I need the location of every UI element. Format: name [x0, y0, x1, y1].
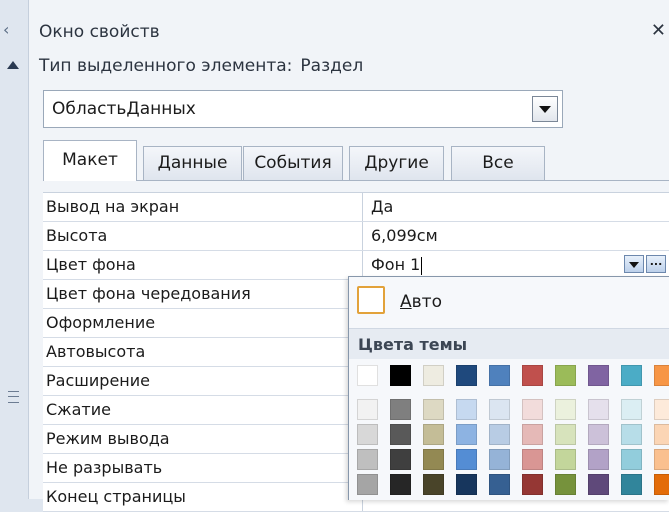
tint-color-swatch[interactable]	[588, 399, 609, 420]
tint-color-swatch[interactable]	[357, 399, 378, 420]
color-palette-popup: Авто Цвета темы	[348, 276, 669, 500]
tint-color-swatch[interactable]	[423, 449, 444, 470]
ellipsis-icon[interactable]: ...	[646, 255, 666, 273]
property-name: Расширение	[43, 367, 363, 395]
tint-color-swatch[interactable]	[456, 399, 477, 420]
object-selector[interactable]: ОбластьДанных	[43, 90, 563, 128]
property-value[interactable]: 6,099см	[371, 222, 438, 249]
tint-color-swatch[interactable]	[390, 399, 411, 420]
property-row[interactable]: Высота 6,099см	[43, 222, 669, 251]
theme-colors-heading-text: Цвета темы	[358, 335, 468, 354]
theme-colors-heading: Цвета темы	[349, 328, 669, 359]
property-name: Автовысота	[43, 338, 363, 366]
property-name: Вывод на экран	[43, 193, 363, 221]
theme-color-swatch[interactable]	[555, 365, 576, 386]
selection-type-label: Тип выделенного элемента:	[39, 56, 293, 76]
selection-type: Тип выделенного элемента: Раздел	[39, 56, 363, 76]
tint-color-swatch[interactable]	[357, 449, 378, 470]
close-icon[interactable]: ‹	[3, 20, 9, 39]
tint-color-swatch[interactable]	[555, 474, 576, 495]
tint-color-swatch[interactable]	[522, 399, 543, 420]
tint-color-swatch[interactable]	[489, 474, 510, 495]
tint-color-swatch[interactable]	[555, 399, 576, 420]
theme-color-swatch[interactable]	[357, 365, 378, 386]
object-selector-value: ОбластьДанных	[52, 99, 196, 119]
property-name: Сжатие	[43, 396, 363, 424]
theme-color-swatch[interactable]	[390, 365, 411, 386]
tint-color-swatch[interactable]	[654, 424, 669, 445]
tint-color-swatch[interactable]	[423, 424, 444, 445]
tint-color-swatch[interactable]	[621, 424, 642, 445]
tab-other[interactable]: Другие	[349, 146, 444, 180]
tint-color-swatch[interactable]	[357, 424, 378, 445]
theme-color-swatch[interactable]	[522, 365, 543, 386]
tint-color-swatch[interactable]	[423, 474, 444, 495]
scroll-up-arrow-icon[interactable]	[7, 61, 19, 69]
property-value[interactable]: Да	[371, 193, 393, 220]
tint-color-swatch[interactable]	[456, 474, 477, 495]
theme-color-swatch[interactable]	[423, 365, 444, 386]
close-pane-icon[interactable]: ✕	[651, 20, 666, 41]
tint-color-swatch[interactable]	[654, 399, 669, 420]
tab-data[interactable]: Данные	[143, 146, 242, 180]
tint-color-swatch[interactable]	[588, 474, 609, 495]
auto-label-rest: вто	[411, 292, 442, 312]
tint-color-swatch[interactable]	[456, 449, 477, 470]
theme-color-swatch[interactable]	[456, 365, 477, 386]
tint-color-swatch[interactable]	[654, 474, 669, 495]
theme-color-swatch[interactable]	[654, 365, 669, 386]
property-name: Не разрывать	[43, 454, 363, 482]
tint-color-swatch[interactable]	[654, 449, 669, 470]
background-color-value: Фон 1	[371, 255, 421, 274]
tint-color-swatch[interactable]	[456, 424, 477, 445]
theme-color-swatch[interactable]	[489, 365, 510, 386]
pane-title: Окно свойств	[39, 22, 160, 42]
tint-color-swatch[interactable]	[489, 449, 510, 470]
tint-color-swatch[interactable]	[621, 474, 642, 495]
property-name: Конец страницы	[43, 483, 363, 511]
auto-color-label: Авто	[400, 292, 442, 312]
scrollbar-grip-icon[interactable]	[8, 391, 19, 403]
property-name: Цвет фона	[43, 251, 363, 279]
tint-color-swatch[interactable]	[390, 449, 411, 470]
tint-color-swatch[interactable]	[522, 474, 543, 495]
property-row[interactable]: Вывод на экран Да	[43, 193, 669, 222]
property-name: Цвет фона чередования	[43, 280, 363, 308]
theme-color-swatch[interactable]	[588, 365, 609, 386]
background-color-input[interactable]: Фон 1	[371, 251, 423, 278]
auto-label-accelerator: А	[400, 292, 412, 312]
tint-color-swatch[interactable]	[588, 449, 609, 470]
auto-color-swatch[interactable]	[357, 286, 385, 314]
selection-type-value: Раздел	[300, 56, 364, 76]
tint-color-swatch[interactable]	[390, 474, 411, 495]
tab-events[interactable]: События	[243, 146, 343, 180]
property-name: Оформление	[43, 309, 363, 337]
tint-color-swatch[interactable]	[621, 399, 642, 420]
tint-color-swatch[interactable]	[489, 399, 510, 420]
tint-color-swatch[interactable]	[522, 424, 543, 445]
theme-color-swatch[interactable]	[621, 365, 642, 386]
tint-color-swatch[interactable]	[390, 424, 411, 445]
tint-color-swatch[interactable]	[588, 424, 609, 445]
auto-color-option[interactable]: Авто	[349, 277, 669, 327]
chevron-down-icon[interactable]	[532, 96, 558, 122]
tint-color-swatch[interactable]	[357, 474, 378, 495]
tint-color-swatch[interactable]	[621, 449, 642, 470]
text-caret	[421, 256, 423, 275]
property-name: Высота	[43, 222, 363, 250]
chevron-down-icon[interactable]	[624, 255, 644, 273]
tint-color-swatch[interactable]	[555, 424, 576, 445]
tab-layout[interactable]: Макет	[43, 140, 137, 181]
tab-all[interactable]: Все	[451, 146, 545, 180]
tint-color-swatch[interactable]	[489, 424, 510, 445]
property-row-buttons: ...	[622, 255, 666, 275]
tint-color-swatch[interactable]	[423, 399, 444, 420]
tint-color-swatch[interactable]	[522, 449, 543, 470]
property-tabs: Макет Данные События Другие Все	[43, 140, 669, 181]
property-name: Режим вывода	[43, 425, 363, 453]
tint-color-swatch[interactable]	[555, 449, 576, 470]
main-window-edge: ‹	[0, 0, 29, 499]
